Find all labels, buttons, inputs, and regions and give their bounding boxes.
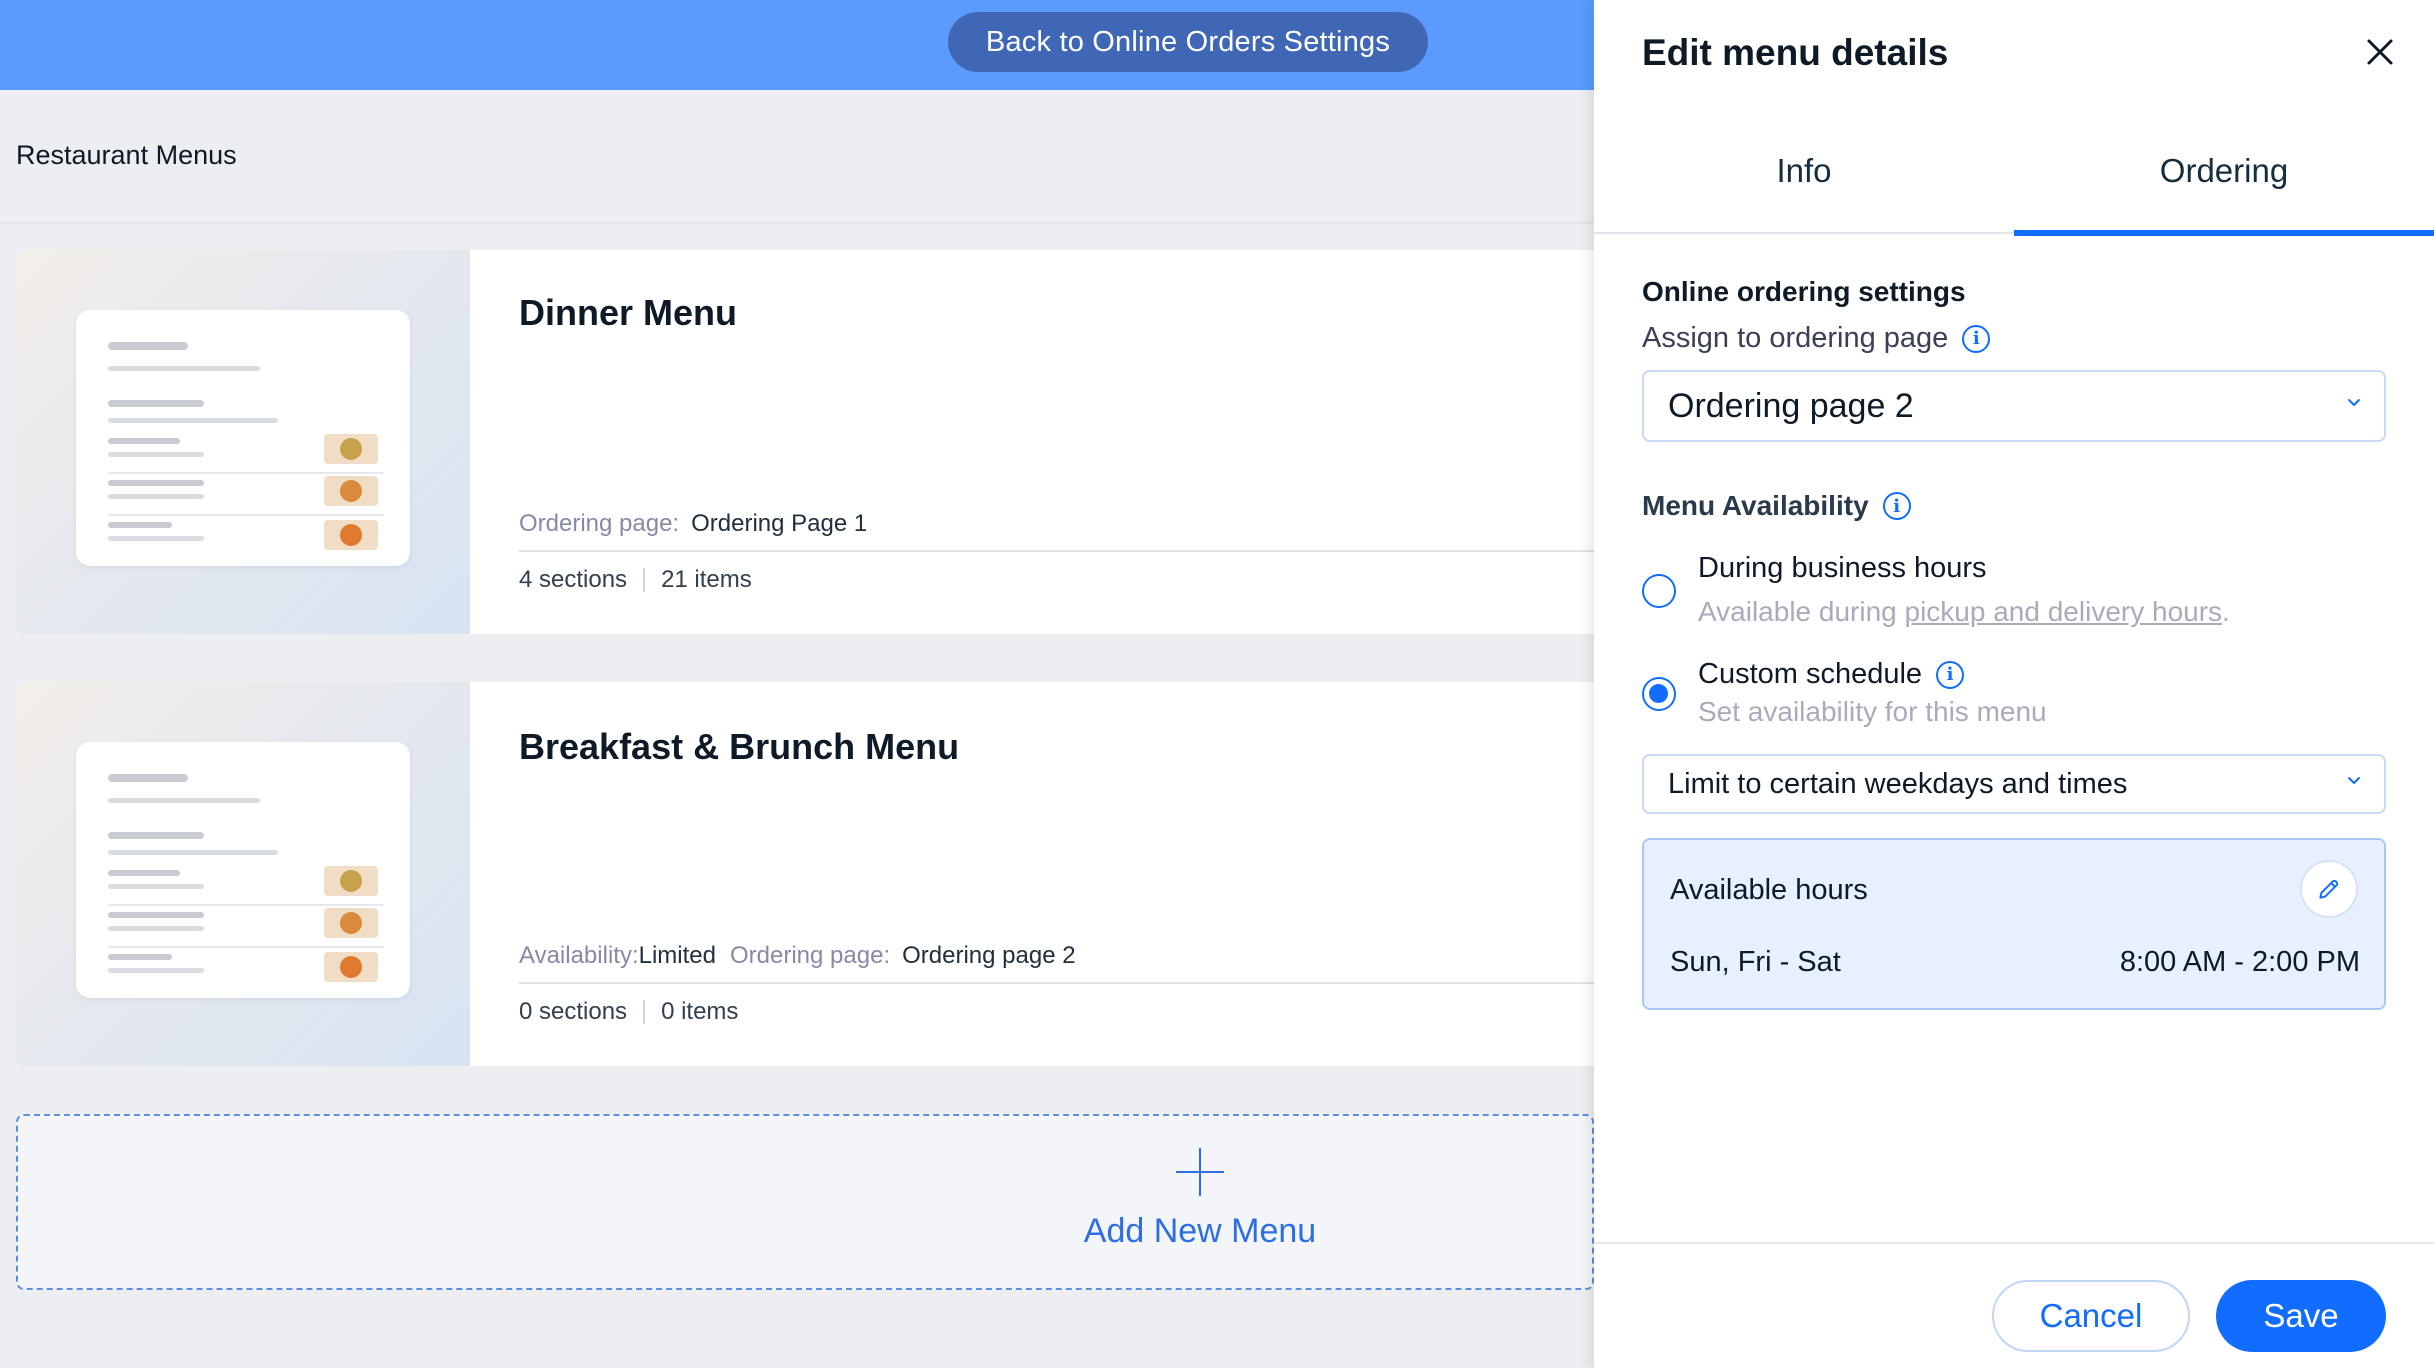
- food-thumbnail: [324, 866, 378, 896]
- info-icon[interactable]: i: [1936, 660, 1965, 689]
- meta-value: Ordering page 2: [902, 942, 1076, 969]
- available-hours-box: Available hours Sun, Fri - Sat 8:00 AM -…: [1642, 838, 2386, 1010]
- footer-divider: [1594, 1242, 2434, 1244]
- available-time: 8:00 AM - 2:00 PM: [2119, 946, 2360, 978]
- meta-label: Ordering page:: [519, 510, 680, 537]
- available-hours-title: Available hours: [1670, 874, 1868, 906]
- radio-business-hours[interactable]: [1642, 574, 1676, 608]
- meta-value: Limited: [638, 942, 716, 969]
- custom-schedule-description: Set availability for this menu: [1698, 696, 2047, 727]
- top-bar: Back to Online Orders Settings: [0, 0, 1594, 90]
- menu-title: Dinner Menu: [519, 292, 738, 333]
- page-title: Restaurant Menus: [16, 140, 237, 170]
- menu-preview-image: [76, 310, 410, 566]
- meta-label: Ordering page:: [730, 942, 891, 969]
- add-new-menu-label[interactable]: Add New Menu: [1000, 1212, 1400, 1251]
- divider: [519, 982, 1594, 984]
- ordering-page-value: Ordering page 2: [1668, 386, 1914, 425]
- divider: [0, 222, 1594, 224]
- available-days: Sun, Fri - Sat: [1670, 946, 1841, 978]
- menu-thumbnail: [16, 250, 470, 634]
- radio-custom-schedule[interactable]: [1642, 677, 1676, 711]
- tab-info[interactable]: Info: [1594, 152, 2014, 190]
- items-count: 0 items: [661, 998, 739, 1025]
- online-ordering-title: Online ordering settings: [1642, 276, 1966, 307]
- active-tab-indicator: [2014, 230, 2434, 236]
- add-new-menu-button[interactable]: [16, 1114, 1594, 1290]
- sections-count: 4 sections: [519, 566, 628, 593]
- custom-schedule-text[interactable]: Custom schedule: [1698, 658, 1922, 691]
- panel-title: Edit menu details: [1642, 32, 1949, 73]
- pickup-delivery-hours-link[interactable]: pickup and delivery hours: [1905, 596, 2223, 627]
- save-button[interactable]: Save: [2216, 1280, 2386, 1352]
- menu-availability-title: Menu Availability i: [1642, 490, 1911, 522]
- menu-card-breakfast[interactable]: Breakfast & Brunch Menu Availability: Li…: [16, 682, 1594, 1066]
- food-thumbnail: [324, 908, 378, 938]
- menu-thumbnail: [16, 682, 470, 1066]
- menu-title: Breakfast & Brunch Menu: [519, 726, 960, 767]
- cancel-button[interactable]: Cancel: [1992, 1280, 2190, 1352]
- menu-card-dinner[interactable]: Dinner Menu Ordering page: Ordering Page…: [16, 250, 1594, 634]
- business-hours-desc-suffix: .: [2222, 596, 2230, 627]
- plus-icon[interactable]: [1176, 1148, 1224, 1196]
- menu-stats: 0 sections 0 items: [519, 998, 738, 1026]
- back-to-settings-button[interactable]: Back to Online Orders Settings: [948, 12, 1428, 72]
- business-hours-description: Available during pickup and delivery hou…: [1698, 596, 2230, 628]
- assign-page-text: Assign to ordering page: [1642, 322, 1949, 354]
- pencil-icon: [2319, 879, 2339, 899]
- food-thumbnail: [324, 434, 378, 464]
- schedule-type-select[interactable]: Limit to certain weekdays and times: [1642, 754, 2386, 814]
- items-count: 21 items: [661, 566, 752, 593]
- menu-preview-image: [76, 742, 410, 998]
- divider: [519, 550, 1594, 552]
- info-icon[interactable]: i: [1962, 324, 1991, 353]
- edit-menu-panel: Edit menu details Info Ordering Online o…: [1594, 0, 2434, 1368]
- close-icon[interactable]: [2364, 36, 2396, 68]
- info-icon[interactable]: i: [1882, 492, 1911, 520]
- chevron-down-icon: [2348, 399, 2360, 406]
- menu-meta: Availability: Limited Ordering page: Ord…: [519, 942, 1076, 970]
- chevron-down-icon: [2348, 777, 2360, 784]
- menu-stats: 4 sections 21 items: [519, 566, 752, 594]
- food-thumbnail: [324, 520, 378, 550]
- menu-meta: Ordering page: Ordering Page 1: [519, 510, 867, 538]
- assign-page-label: Assign to ordering page i: [1642, 322, 1991, 355]
- sections-count: 0 sections: [519, 998, 628, 1025]
- business-hours-desc-text: Available during: [1698, 596, 1905, 627]
- tab-ordering[interactable]: Ordering: [2014, 152, 2434, 190]
- meta-label: Availability:: [519, 942, 639, 969]
- custom-schedule-label[interactable]: Custom schedule i: [1698, 658, 1965, 691]
- food-thumbnail: [324, 476, 378, 506]
- menu-availability-text: Menu Availability: [1642, 490, 1869, 521]
- food-thumbnail: [324, 952, 378, 982]
- meta-value: Ordering Page 1: [691, 510, 868, 537]
- schedule-type-value: Limit to certain weekdays and times: [1668, 767, 2128, 800]
- ordering-page-select[interactable]: Ordering page 2: [1642, 370, 2386, 442]
- edit-hours-button[interactable]: [2300, 860, 2358, 918]
- business-hours-label[interactable]: During business hours: [1698, 552, 1987, 585]
